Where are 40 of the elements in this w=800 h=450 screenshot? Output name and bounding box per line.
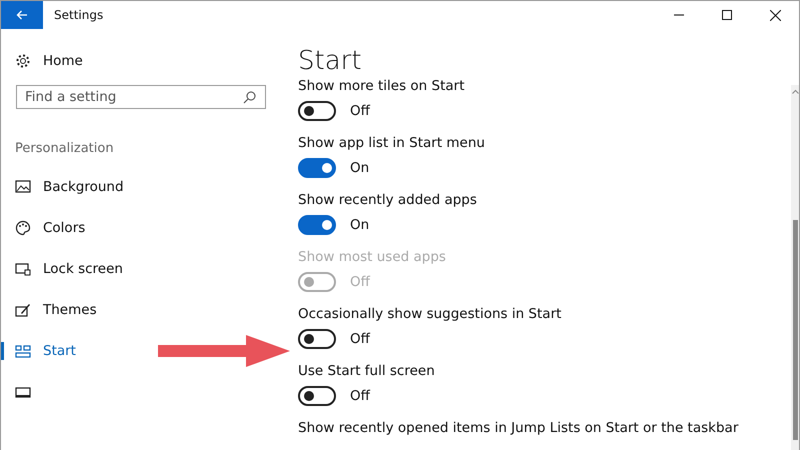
palette-icon bbox=[15, 220, 31, 236]
scrollbar[interactable] bbox=[791, 85, 799, 450]
toggle-state: Off bbox=[350, 274, 370, 290]
setting-label: Show more tiles on Start bbox=[298, 77, 466, 95]
setting-label: Use Start full screen bbox=[298, 362, 436, 380]
toggle-switch[interactable] bbox=[298, 158, 336, 178]
setting-label: Show app list in Start menu bbox=[298, 134, 486, 152]
home-link[interactable]: Home bbox=[43, 53, 83, 69]
search-icon bbox=[243, 91, 256, 104]
sidebar-item[interactable]: Colors bbox=[1, 207, 283, 248]
scroll-up-icon[interactable] bbox=[792, 89, 798, 94]
sidebar-item[interactable]: Start bbox=[1, 330, 283, 371]
minimize-icon bbox=[674, 14, 684, 16]
picture-icon bbox=[15, 178, 31, 194]
sidebar-item[interactable]: Background bbox=[1, 166, 283, 207]
settings-icon bbox=[15, 53, 31, 69]
section-heading: Personalization bbox=[15, 141, 115, 156]
setting-label: Show recently opened items in Jump Lists on Start or the taskbar bbox=[298, 419, 740, 437]
toggle-state: Off bbox=[350, 388, 370, 404]
setting-label: Show recently added apps bbox=[298, 191, 478, 209]
maximize-icon bbox=[722, 10, 732, 20]
toggle-switch[interactable] bbox=[298, 386, 336, 406]
window-title: Settings bbox=[54, 8, 104, 22]
toggle-state: Off bbox=[350, 103, 370, 119]
back-arrow-icon bbox=[16, 10, 28, 20]
brush-icon bbox=[15, 302, 31, 318]
close-icon bbox=[770, 10, 780, 20]
toggle-state: Off bbox=[350, 331, 370, 347]
toggle-switch[interactable] bbox=[298, 101, 336, 121]
toggle-switch[interactable] bbox=[298, 215, 336, 235]
setting-label: Occasionally show suggestions in Start bbox=[298, 305, 562, 323]
search-field[interactable]: Find a setting bbox=[16, 85, 266, 109]
toggle-state: On bbox=[350, 160, 370, 176]
toggle-state: On bbox=[350, 217, 370, 233]
sidebar-item[interactable]: Lock screen bbox=[1, 248, 283, 289]
toggle-switch[interactable] bbox=[298, 329, 336, 349]
setting-label: Show most used apps bbox=[298, 248, 447, 266]
tiles-icon bbox=[15, 342, 31, 358]
page-title: Start bbox=[298, 45, 363, 77]
sidebar-item[interactable]: Themes bbox=[1, 289, 283, 330]
